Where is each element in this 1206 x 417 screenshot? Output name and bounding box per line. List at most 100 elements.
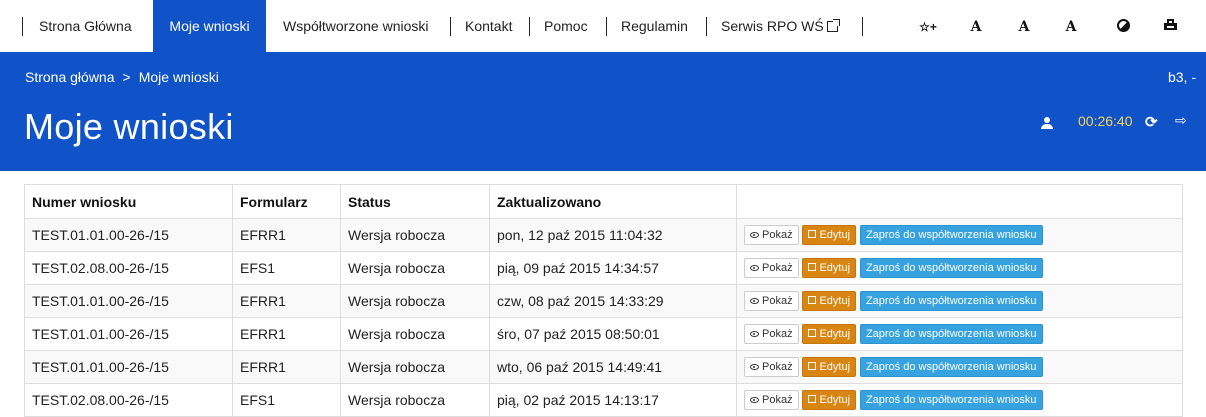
show-button[interactable]: Pokaż xyxy=(744,390,799,410)
logout-icon[interactable]: ⇨ xyxy=(1175,112,1187,129)
edit-button[interactable]: Edytuj xyxy=(802,225,857,245)
edit-button-label: Edytuj xyxy=(819,328,851,340)
nav-item-help[interactable]: Pomoc xyxy=(544,0,588,52)
show-button[interactable]: Pokaż xyxy=(744,225,799,245)
session-timer: 00:26:40 xyxy=(1078,113,1133,129)
print-icon[interactable] xyxy=(1164,19,1177,32)
invite-coauthor-button[interactable]: Zaproś do współtworzenia wniosku xyxy=(859,258,1043,278)
show-button[interactable]: Pokaż xyxy=(744,258,799,278)
invite-coauthor-button[interactable]: Zaproś do współtworzenia wniosku xyxy=(859,390,1043,410)
breadcrumb-home[interactable]: Strona główna xyxy=(25,69,115,85)
highlight-star-icon[interactable]: ☆+ xyxy=(919,18,937,36)
cell-form: EFRR1 xyxy=(232,317,341,351)
edit-button[interactable]: Edytuj xyxy=(802,291,857,311)
cell-actions: Pokaż Edytuj Zaproś do współtworzenia wn… xyxy=(736,317,1183,351)
cell-status: Wersja robocza xyxy=(340,251,490,285)
contrast-icon[interactable] xyxy=(1114,16,1133,35)
page-title: Moje wnioski xyxy=(24,106,234,147)
cell-status: Wersja robocza xyxy=(340,218,490,252)
eye-icon xyxy=(750,331,759,337)
show-button-label: Pokaż xyxy=(762,361,793,373)
edit-button[interactable]: Edytuj xyxy=(802,324,857,344)
breadcrumb-separator: > xyxy=(122,69,131,85)
nav-divider xyxy=(862,17,863,36)
cell-number: TEST.02.08.00-26-/15 xyxy=(24,251,233,285)
table-row: TEST.01.01.00-26-/15 EFRR1 Wersja robocza w… xyxy=(24,350,1183,384)
edit-icon xyxy=(808,362,817,370)
edit-button-label: Edytuj xyxy=(819,262,851,274)
cell-form: EFRR1 xyxy=(232,218,341,252)
breadcrumb: Strona główna > Moje wnioski xyxy=(25,69,219,85)
cell-number: TEST.01.01.00-26-/15 xyxy=(24,317,233,351)
nav-item-label: Serwis RPO WŚ xyxy=(721,18,824,34)
show-button-label: Pokaż xyxy=(762,229,793,241)
show-button[interactable]: Pokaż xyxy=(744,324,799,344)
column-header-status: Status xyxy=(340,184,490,219)
table-header-row: Numer wniosku Formularz Status Zaktualiz… xyxy=(24,184,1183,219)
nav-divider xyxy=(22,17,23,36)
user-short-name: b3, - xyxy=(1167,69,1196,85)
cell-actions: Pokaż Edytuj Zaproś do współtworzenia wn… xyxy=(736,251,1183,285)
top-navigation: Strona Główna Moje wnioski Współtworzone… xyxy=(0,0,1206,52)
show-button-label: Pokaż xyxy=(762,295,793,307)
font-larger-icon[interactable]: A xyxy=(1015,18,1033,36)
show-button[interactable]: Pokaż xyxy=(744,291,799,311)
edit-button-label: Edytuj xyxy=(819,361,851,373)
eye-icon xyxy=(750,298,759,304)
cell-number: TEST.01.01.00-26-/15 xyxy=(24,350,233,384)
cell-status: Wersja robocza xyxy=(340,350,490,384)
edit-button-label: Edytuj xyxy=(819,394,851,406)
edit-button[interactable]: Edytuj xyxy=(802,357,857,377)
nav-divider xyxy=(450,17,451,36)
cell-updated: wto, 06 paź 2015 14:49:41 xyxy=(489,350,737,384)
eye-icon xyxy=(750,364,759,370)
cell-form: EFRR1 xyxy=(232,284,341,318)
column-header-number: Numer wniosku xyxy=(24,184,233,219)
column-header-updated: Zaktualizowano xyxy=(489,184,737,219)
edit-button[interactable]: Edytuj xyxy=(802,258,857,278)
table-row: TEST.01.01.00-26-/15 EFRR1 Wersja robocza p… xyxy=(24,218,1183,252)
cell-form: EFS1 xyxy=(232,251,341,285)
cell-actions: Pokaż Edytuj Zaproś do współtworzenia wn… xyxy=(736,218,1183,252)
font-normal-icon[interactable]: A xyxy=(967,18,985,36)
cell-form: EFRR1 xyxy=(232,350,341,384)
edit-icon xyxy=(808,395,817,403)
show-button[interactable]: Pokaż xyxy=(744,357,799,377)
invite-coauthor-button[interactable]: Zaproś do współtworzenia wniosku xyxy=(859,357,1043,377)
external-link-icon xyxy=(826,19,840,32)
table-row: TEST.02.08.00-26-/15 EFS1 Wersja robocza pi… xyxy=(24,251,1183,285)
cell-status: Wersja robocza xyxy=(340,284,490,318)
edit-button-label: Edytuj xyxy=(819,229,851,241)
nav-item-contact[interactable]: Kontakt xyxy=(465,0,512,52)
nav-divider xyxy=(706,17,707,36)
font-largest-icon[interactable]: A xyxy=(1062,18,1080,36)
page-header: Strona główna > Moje wnioski b3, - Moje wn… xyxy=(0,52,1206,171)
nav-item-coauthored-applications[interactable]: Współtworzone wnioski xyxy=(283,0,429,52)
edit-button-label: Edytuj xyxy=(819,295,851,307)
table-row: TEST.01.01.00-26-/15 EFRR1 Wersja robocza ś… xyxy=(24,317,1183,351)
edit-icon xyxy=(808,296,817,304)
column-header-actions xyxy=(736,184,1183,219)
invite-coauthor-button[interactable]: Zaproś do współtworzenia wniosku xyxy=(859,324,1043,344)
show-button-label: Pokaż xyxy=(762,262,793,274)
cell-number: TEST.01.01.00-26-/15 xyxy=(24,284,233,318)
cell-updated: pon, 12 paź 2015 11:04:32 xyxy=(489,218,737,252)
invite-coauthor-button[interactable]: Zaproś do współtworzenia wniosku xyxy=(859,225,1043,245)
nav-divider xyxy=(529,17,530,36)
edit-button[interactable]: Edytuj xyxy=(802,390,857,410)
nav-item-rpo-service[interactable]: Serwis RPO WŚ xyxy=(721,0,840,52)
eye-icon xyxy=(750,397,759,403)
edit-icon xyxy=(808,263,817,271)
cell-updated: śro, 07 paź 2015 08:50:01 xyxy=(489,317,737,351)
invite-coauthor-button[interactable]: Zaproś do współtworzenia wniosku xyxy=(859,291,1043,311)
cell-number: TEST.01.01.00-26-/15 xyxy=(24,218,233,252)
cell-status: Wersja robocza xyxy=(340,317,490,351)
show-button-label: Pokaż xyxy=(762,328,793,340)
cell-updated: czw, 08 paź 2015 14:33:29 xyxy=(489,284,737,318)
nav-item-my-applications[interactable]: Moje wnioski xyxy=(153,0,266,52)
user-icon[interactable] xyxy=(1040,116,1054,130)
refresh-icon[interactable]: ⟳ xyxy=(1145,113,1158,131)
nav-item-home[interactable]: Strona Główna xyxy=(39,0,132,52)
applications-table: Numer wniosku Formularz Status Zaktualiz… xyxy=(24,184,1183,417)
nav-item-terms[interactable]: Regulamin xyxy=(621,0,688,52)
